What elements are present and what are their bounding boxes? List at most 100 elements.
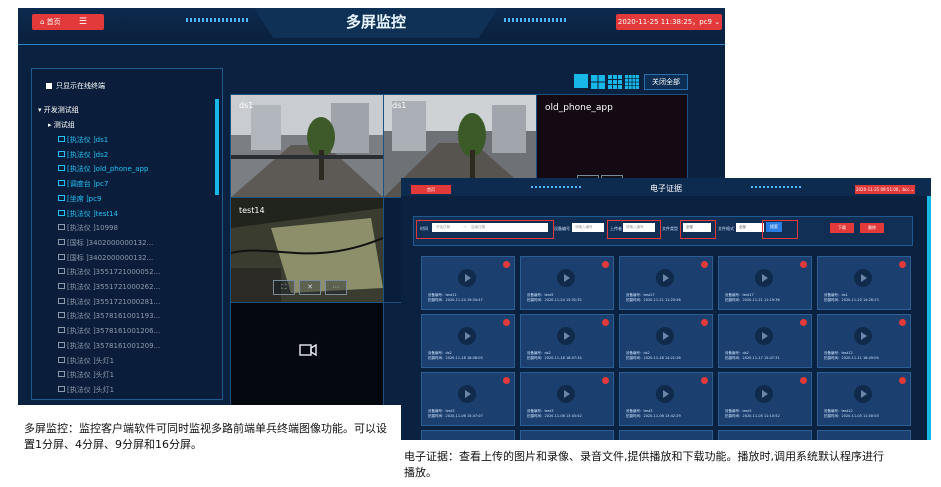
evidence-tile[interactable]: 设备编号：test11 拍摄时间：2020-11-24 19:34:47 [421,256,515,310]
evidence-tile[interactable]: 设备编号：test12 拍摄时间：2020-11-05 11:00:03 [817,372,911,426]
evidence-tile[interactable]: 设备编号：ds2 拍摄时间：2020-11-17 15:47:31 [718,314,812,368]
search-button[interactable]: 搜索 [766,222,782,232]
tree-item[interactable]: [执法仪 ]ds1 [58,135,108,145]
select-checkbox-icon[interactable] [800,261,807,268]
evidence-tile[interactable]: 设备编号：test12 拍摄时间：2020-11-11 16:49:04 [817,314,911,368]
evidence-tile[interactable] [619,430,713,440]
select-checkbox-icon[interactable] [602,377,609,384]
play-icon[interactable] [458,269,476,287]
tree-item[interactable]: [执法仪 ]ds2 [58,150,108,160]
play-icon[interactable] [656,327,674,345]
file-type-select[interactable]: 全部 [683,223,711,232]
play-icon[interactable] [458,385,476,403]
layout-4-icon[interactable] [591,74,605,89]
menu-icon[interactable]: ☰ [79,17,87,27]
tree-item[interactable]: [执法仪 ]3551721000281... [58,297,160,307]
home-button[interactable]: 首页 [411,185,451,194]
select-checkbox-icon[interactable] [602,261,609,268]
evidence-tile[interactable]: 设备编号：ds2 拍摄时间：2020-11-18 18:08:05 [421,314,515,368]
tree-item[interactable]: [执法仪 ]old_phone_app [58,164,148,174]
tree-scrollbar[interactable] [215,99,219,195]
play-icon[interactable] [656,385,674,403]
select-checkbox-icon[interactable] [800,319,807,326]
device-icon [58,385,65,392]
tree-item[interactable]: [执法仪 ]3578161001209... [58,341,160,351]
layout-1-icon[interactable] [574,74,588,88]
video-cell-test14[interactable]: test14 ⛶ ✕ ⋯ [230,197,384,303]
delete-button[interactable]: 删除 [860,223,884,233]
video-cell-empty[interactable] [230,302,384,405]
layout-9-icon[interactable] [608,74,622,89]
play-icon[interactable] [854,269,872,287]
evidence-tile[interactable]: 设备编号：test3 拍摄时间：2020-11-06 13:42:29 [619,372,713,426]
tree-item[interactable]: [国标 ]3402000000132... [58,238,153,248]
tree-item[interactable]: [调度台 ]pc7 [58,179,108,189]
play-icon[interactable] [854,327,872,345]
tree-item[interactable]: [坐席 ]pc9 [58,194,101,204]
select-checkbox-icon[interactable] [701,319,708,326]
evidence-tile[interactable]: 设备编号：ds2 拍摄时间：2020-11-18 14:21:26 [619,314,713,368]
user-datetime-dropdown[interactable]: 2020-11-25 11:38:25，pc9 ⌄ [616,14,722,30]
tree-item[interactable]: [执法仪 ]头灯1 [58,385,114,395]
evidence-tile[interactable]: 设备编号：ds2 拍摄时间：2020-11-18 18:07:34 [520,314,614,368]
close-icon[interactable]: ✕ [299,280,321,295]
play-icon[interactable] [755,269,773,287]
play-icon[interactable] [557,269,575,287]
file-format-select[interactable]: 全部 [736,223,764,232]
checkbox-box[interactable] [46,83,52,89]
page-scrollbar[interactable] [927,196,931,440]
select-checkbox-icon[interactable] [800,377,807,384]
evidence-tile[interactable] [520,430,614,440]
select-checkbox-icon[interactable] [701,377,708,384]
evidence-tile[interactable] [421,430,515,440]
download-button[interactable]: 下载 [830,223,854,233]
tree-item[interactable]: [执法仪 ]3578161001206... [58,326,160,336]
evidence-tile[interactable]: 设备编号：test5 拍摄时间：2020-11-24 15:52:32 [520,256,614,310]
evidence-tile[interactable]: 设备编号：ds1 拍摄时间：2020-11-20 14:26:23 [817,256,911,310]
play-icon[interactable] [755,385,773,403]
tree-item[interactable]: [执法仪 ]头灯1 [58,370,114,380]
uploader-input[interactable]: 请输入编号 [623,223,655,232]
tree-item[interactable]: [执法仪 ]头灯1 [58,356,114,366]
layout-16-icon[interactable] [625,74,639,89]
select-checkbox-icon[interactable] [503,261,510,268]
date-range-input[interactable]: 开始日期 → 结束日期 [432,223,548,232]
close-all-button[interactable]: 关闭全部 [644,74,688,90]
tree-item[interactable]: [执法仪 ]3578161001193... [58,311,160,321]
play-icon[interactable] [557,327,575,345]
tree-item[interactable]: [国标 ]3402000000132... [58,253,153,263]
device-input[interactable]: 请输入编号 [572,223,604,232]
select-checkbox-icon[interactable] [503,377,510,384]
evidence-tile[interactable]: 设备编号：test17 拍摄时间：2020-11-21 11:20:56 [619,256,713,310]
evidence-tile[interactable]: 设备编号：test3 拍摄时间：2020-11-05 11:10:52 [718,372,812,426]
play-icon[interactable] [557,385,575,403]
tree-item[interactable]: [执法仪 ]10998 [58,223,118,233]
tree-group-sub[interactable]: ▸ 测试组 [48,120,75,130]
online-only-checkbox[interactable]: 只显示在线终端 [46,81,105,91]
tree-group-root[interactable]: ▾ 开发测试组 [38,105,79,115]
select-checkbox-icon[interactable] [701,261,708,268]
evidence-tile[interactable]: 设备编号：test3 拍摄时间：2020-11-06 15:47:07 [421,372,515,426]
select-checkbox-icon[interactable] [899,319,906,326]
tree-item[interactable]: [执法仪 ]test14 [58,209,118,219]
evidence-tile[interactable] [817,430,911,440]
home-button[interactable]: ⌂ 首页 ☰ [32,14,104,30]
tree-item[interactable]: [执法仪 ]3551721000052... [58,267,160,277]
tree-item[interactable]: [执法仪 ]3551721000262... [58,282,160,292]
video-cell-ds1[interactable]: ds1 [230,94,384,198]
device-icon [58,283,65,289]
user-datetime-dropdown[interactable]: 2020-11-25 09:51:00，bcc ⌄ [855,185,915,194]
select-checkbox-icon[interactable] [503,319,510,326]
evidence-tile[interactable] [718,430,812,440]
play-icon[interactable] [854,385,872,403]
play-icon[interactable] [458,327,476,345]
select-checkbox-icon[interactable] [899,261,906,268]
more-icon[interactable]: ⋯ [325,280,347,295]
select-checkbox-icon[interactable] [899,377,906,384]
evidence-tile[interactable]: 设备编号：test3 拍摄时间：2020-11-06 13:43:52 [520,372,614,426]
select-checkbox-icon[interactable] [602,319,609,326]
play-icon[interactable] [656,269,674,287]
evidence-tile[interactable]: 设备编号：test17 拍摄时间：2020-11-21 11:19:36 [718,256,812,310]
play-icon[interactable] [755,327,773,345]
fullscreen-icon[interactable]: ⛶ [273,280,295,295]
